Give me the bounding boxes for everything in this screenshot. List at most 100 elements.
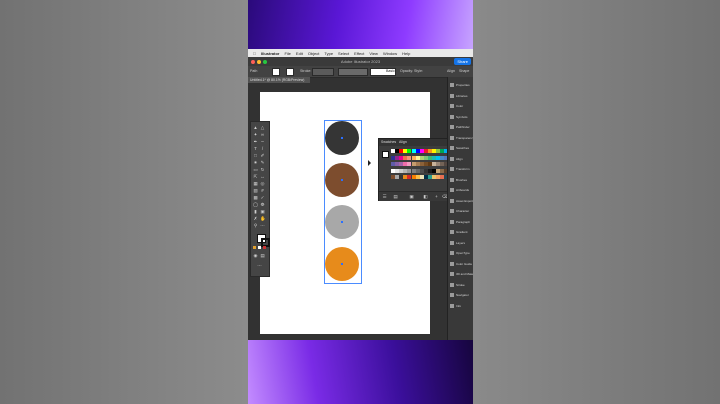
pen-tool-icon[interactable]: ✒ [253,139,258,144]
swatch-options-icon[interactable]: ▣ [409,194,414,199]
mouse-cursor-icon [368,160,371,166]
column-graph-tool-icon[interactable]: ▮ [253,209,258,214]
circle-orange[interactable] [325,247,359,281]
tab-swatches[interactable]: Swatches [381,140,396,144]
shape-label[interactable]: Shape [459,69,469,73]
mesh-tool-icon[interactable]: # [260,188,265,193]
symbol-sprayer-tool-icon[interactable]: ❁ [260,202,265,207]
artboard-tool-icon[interactable]: ▣ [260,209,265,214]
selection-tool-icon[interactable]: ▲ [253,125,258,130]
left-blur-background [0,0,248,404]
blend-tool-icon[interactable]: ◯ [253,202,258,207]
panel-label: Properties [456,83,470,87]
tools-panel: ▲ △ ✦ ∞ ✒ ∽ T / □ ✐ ✷ ✎ ▭ ↻ ⇱ ↔ ▦ ◎ ▨ # … [250,121,270,277]
menu-file[interactable]: File [284,51,290,56]
style-label: Style: [414,69,423,73]
paintbrush-tool-icon[interactable]: ✐ [260,153,265,158]
magic-wand-tool-icon[interactable]: ✦ [253,132,258,137]
zoom-tool-icon[interactable]: ⚲ [253,223,258,228]
panel-label: Artboards [456,188,470,192]
apple-menu-icon[interactable]:  [253,51,256,56]
share-button[interactable]: Share [454,58,471,65]
top-gradient-background [248,0,473,49]
panel-icon [450,125,454,129]
circle-gray[interactable] [325,205,359,239]
eyedropper-tool-icon[interactable]: ✓ [260,195,265,200]
width-tool-icon[interactable]: ↔ [260,174,265,179]
gradient-mode-icon[interactable] [258,246,261,249]
circle-charcoal[interactable] [325,121,359,155]
shaper-tool-icon[interactable]: ✷ [253,160,258,165]
panel-label: Asset Export [456,198,473,203]
panel-label: Symbols [456,114,468,119]
variable-width-field[interactable] [338,68,368,76]
pencil-tool-icon[interactable]: ✎ [260,160,265,165]
menu-view[interactable]: View [369,51,378,56]
lasso-tool-icon[interactable]: ∞ [260,132,265,137]
right-blur-background [473,0,720,404]
panel-label: Character [456,209,470,213]
panel-label: OpenType [456,251,470,255]
panel-label: Libraries [456,93,468,98]
show-swatch-kinds-icon[interactable]: ▤ [393,194,398,199]
center-point [341,263,343,265]
panel-icon [450,282,454,287]
hand-tool-icon[interactable]: ✋ [260,216,266,221]
rotate-tool-icon[interactable]: ↻ [260,167,265,172]
new-swatch-icon[interactable]: + [434,194,439,199]
draw-mode-icon[interactable]: ◉ [253,253,258,258]
stroke-swatch[interactable] [286,68,294,76]
center-point [341,137,343,139]
screen-mode-icon[interactable]: ▤ [260,253,265,258]
basic-label: Basic [386,69,395,73]
fill-stroke-icon[interactable] [382,151,389,158]
free-transform-tool-icon[interactable]: ▦ [253,181,258,186]
menu-type[interactable]: Type [324,51,333,56]
edit-toolbar-icon[interactable]: ⋯ [260,223,265,228]
panel-icon [450,114,454,119]
panel-label: Align [456,156,463,161]
perspective-grid-tool-icon[interactable]: ▨ [253,188,258,193]
color-mode-icon[interactable] [253,246,256,249]
menu-app-name[interactable]: Illustrator [261,51,279,56]
menu-edit[interactable]: Edit [296,51,303,56]
menu-help[interactable]: Help [402,51,410,56]
stroke-weight-field[interactable] [312,68,334,76]
gradient-tool-icon[interactable]: ▩ [253,195,258,200]
menu-object[interactable]: Object [308,51,320,56]
direct-selection-tool-icon[interactable]: △ [260,125,265,130]
shape-builder-tool-icon[interactable]: ◎ [260,181,265,186]
panel-icon [450,293,454,297]
panel-label: Color [456,104,464,108]
panel-icon [450,188,454,192]
fill-swatch[interactable] [272,68,280,76]
align-label[interactable]: Align [447,69,455,73]
panel-icon [450,198,454,203]
none-mode-icon[interactable] [263,246,266,249]
circle-brown[interactable] [325,163,359,197]
document-tab[interactable]: Untitled-1* @ 80.1% (RGB/Preview) [248,77,310,83]
type-tool-icon[interactable]: T [253,146,258,151]
more-tools-icon[interactable]: ⋯ [257,263,262,268]
eraser-tool-icon[interactable]: ▭ [253,167,258,172]
swatches-panel-footer: ☰ ▤ ▣ ◧ + ⌫ [379,191,449,201]
rectangle-tool-icon[interactable]: □ [253,153,258,158]
slice-tool-icon[interactable]: ✗ [253,216,258,221]
swatch-libraries-icon[interactable]: ☰ [382,194,387,199]
line-tool-icon[interactable]: / [260,146,265,151]
new-color-group-icon[interactable]: ◧ [423,194,428,199]
panel-label: Transform [456,167,470,171]
menu-window[interactable]: Window [383,51,397,56]
panel-icon [450,93,454,98]
panel-icon [450,104,454,108]
menu-select[interactable]: Select [338,51,349,56]
panel-icon [450,209,454,213]
right-panel-dock: Properties Libraries Color Symbols Pathfinde… [447,77,473,340]
center-point [341,179,343,181]
tab-align[interactable]: Align [399,140,407,144]
panel-label: Swatches [456,146,470,150]
curvature-tool-icon[interactable]: ∽ [260,139,265,144]
menu-effect[interactable]: Effect [354,51,364,56]
artboard[interactable] [260,92,430,334]
scale-tool-icon[interactable]: ⇱ [253,174,258,179]
